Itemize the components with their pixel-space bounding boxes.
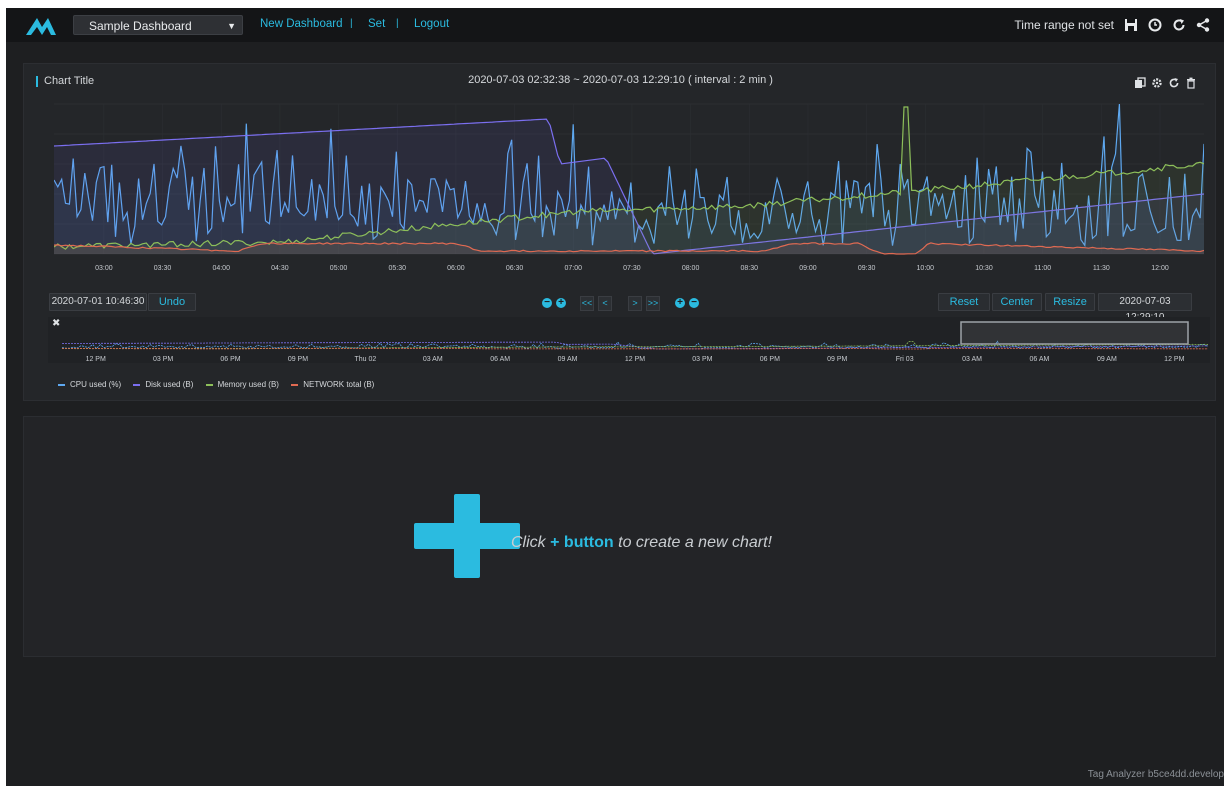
navigator-close-icon[interactable]: ✖ bbox=[52, 318, 60, 329]
x-tick-label: 06 PM bbox=[220, 356, 240, 363]
main-chart[interactable]: 03:00 03:30 04:00 04:30 05:00 05:30 06:00 06:30… bbox=[54, 102, 1204, 272]
chart-time-range: 2020-07-03 02:32:38 ~ 2020-07-03 12:29:1… bbox=[468, 74, 773, 86]
x-tick-label: 09 AM bbox=[1097, 356, 1117, 363]
legend-item[interactable]: Disk used (B) bbox=[133, 380, 193, 389]
x-tick-label: 03 AM bbox=[423, 356, 443, 363]
logout-link[interactable]: Logout bbox=[414, 18, 449, 30]
jump-start-button[interactable]: << bbox=[580, 296, 594, 311]
create-msg-suffix: to create a new chart! bbox=[618, 534, 772, 551]
x-tick-label: 04:30 bbox=[271, 265, 289, 272]
zoom-out-button[interactable]: − bbox=[542, 298, 552, 308]
trash-icon[interactable] bbox=[1185, 77, 1197, 89]
x-tick-label: 09 PM bbox=[288, 356, 308, 363]
new-dashboard-link[interactable]: New Dashboard bbox=[260, 18, 342, 30]
x-tick-label: 08:30 bbox=[741, 265, 759, 272]
x-tick-label: 12:00 bbox=[1151, 265, 1169, 272]
dashboard-select-value: Sample Dashboard bbox=[89, 19, 192, 33]
logo-icon[interactable] bbox=[24, 15, 58, 37]
top-bar: Sample Dashboard ▼ New Dashboard | Set |… bbox=[6, 8, 1224, 42]
x-tick-label: 05:00 bbox=[330, 265, 348, 272]
app-root: Sample Dashboard ▼ New Dashboard | Set |… bbox=[6, 8, 1224, 786]
x-tick-label: 11:30 bbox=[1093, 265, 1110, 272]
x-tick-label: 06 AM bbox=[490, 356, 510, 363]
add-chart-button-bar[interactable] bbox=[414, 523, 520, 549]
x-tick-label: 10:00 bbox=[917, 265, 935, 272]
x-tick-label: 07:30 bbox=[623, 265, 641, 272]
save-icon[interactable] bbox=[1123, 17, 1139, 33]
x-tick-label: 09:30 bbox=[858, 265, 876, 272]
chevron-down-icon: ▼ bbox=[227, 21, 236, 31]
gear-icon[interactable] bbox=[1151, 77, 1163, 89]
x-tick-label: 03 PM bbox=[153, 356, 173, 363]
clock-icon[interactable] bbox=[1147, 17, 1163, 33]
x-tick-label: 06 AM bbox=[1030, 356, 1050, 363]
navigator-selection[interactable] bbox=[960, 321, 1189, 345]
refresh-icon[interactable] bbox=[1168, 77, 1180, 89]
legend-label: Disk used (B) bbox=[145, 380, 194, 389]
refresh-icon[interactable] bbox=[1171, 17, 1187, 33]
x-tick-label: Thu 02 bbox=[354, 356, 376, 363]
navigator[interactable]: 12 PM 03 PM 06 PM 09 PM Thu 02 03 AM 06 AM 09 A… bbox=[48, 317, 1210, 363]
x-tick-label: 12 PM bbox=[625, 356, 645, 363]
share-icon[interactable] bbox=[1195, 17, 1211, 33]
x-tick-label: 06:00 bbox=[447, 265, 465, 272]
end-time-field[interactable]: 2020-07-03 12:29:10 bbox=[1098, 293, 1192, 323]
copy-icon[interactable] bbox=[1134, 77, 1146, 89]
navigator-chart[interactable]: 12 PM 03 PM 06 PM 09 PM Thu 02 03 AM 06 AM 09 A… bbox=[48, 317, 1210, 363]
x-tick-label: 03:30 bbox=[154, 265, 172, 272]
x-tick-label: 06 PM bbox=[760, 356, 780, 363]
legend-swatch bbox=[291, 383, 299, 386]
x-tick-label: 09 AM bbox=[558, 356, 578, 363]
x-tick-label: 08:00 bbox=[682, 265, 700, 272]
set-link[interactable]: Set bbox=[368, 18, 385, 30]
step-back-button[interactable]: < bbox=[598, 296, 612, 311]
link-separator: | bbox=[350, 18, 353, 29]
chart-panel: Chart Title 2020-07-03 02:32:38 ~ 2020-0… bbox=[23, 63, 1216, 401]
x-tick-label: 10:30 bbox=[975, 265, 993, 272]
legend: CPU used (%) Disk used (B) Memory used (… bbox=[58, 380, 384, 389]
x-tick-label: 04:00 bbox=[212, 265, 230, 272]
link-separator: | bbox=[396, 18, 399, 29]
reset-button[interactable]: Reset bbox=[938, 293, 990, 311]
undo-button[interactable]: Undo bbox=[148, 293, 196, 311]
x-tick-label: 12 PM bbox=[86, 356, 106, 363]
create-msg-button-word: + button bbox=[550, 534, 614, 551]
zoom-out-button-right[interactable]: − bbox=[689, 298, 699, 308]
zoom-in-button-right[interactable]: + bbox=[675, 298, 685, 308]
legend-item[interactable]: NETWORK total (B) bbox=[291, 380, 374, 389]
x-tick-label: 09 PM bbox=[827, 356, 847, 363]
zoom-in-button[interactable]: + bbox=[556, 298, 566, 308]
x-tick-label: 03 AM bbox=[962, 356, 982, 363]
dashboard-select[interactable]: Sample Dashboard ▼ bbox=[73, 15, 243, 35]
start-time-field[interactable]: 2020-07-01 10:46:30 bbox=[49, 293, 147, 311]
legend-item[interactable]: Memory used (B) bbox=[205, 380, 279, 389]
step-forward-button[interactable]: > bbox=[628, 296, 642, 311]
version-footer: Tag Analyzer b5ce4dd.develop bbox=[1087, 769, 1224, 780]
legend-swatch bbox=[58, 383, 65, 386]
x-tick-label: 03:00 bbox=[95, 265, 113, 272]
create-chart-message: Click + button to create a new chart! bbox=[511, 534, 772, 552]
legend-swatch bbox=[205, 383, 213, 386]
legend-label: Memory used (B) bbox=[217, 380, 279, 389]
center-button[interactable]: Center bbox=[992, 293, 1042, 311]
x-tick-label: 03 PM bbox=[692, 356, 712, 363]
x-tick-label: 12 PM bbox=[1164, 356, 1184, 363]
legend-label: NETWORK total (B) bbox=[303, 380, 375, 389]
resize-button[interactable]: Resize bbox=[1045, 293, 1095, 311]
time-range-label[interactable]: Time range not set bbox=[1014, 18, 1114, 32]
legend-item[interactable]: CPU used (%) bbox=[58, 380, 121, 389]
series-line[interactable] bbox=[62, 347, 1209, 350]
x-tick-label: 09:00 bbox=[799, 265, 817, 272]
x-tick-label: 07:00 bbox=[564, 265, 582, 272]
x-tick-label: 06:30 bbox=[506, 265, 524, 272]
legend-swatch bbox=[133, 383, 141, 386]
create-msg-prefix: Click bbox=[511, 534, 546, 551]
x-tick-label: 05:30 bbox=[388, 265, 406, 272]
legend-label: CPU used (%) bbox=[70, 380, 122, 389]
x-tick-label: 11:00 bbox=[1034, 265, 1051, 272]
jump-end-button[interactable]: >> bbox=[646, 296, 660, 311]
create-chart-panel: Click + button to create a new chart! bbox=[23, 416, 1216, 657]
x-tick-label: Fri 03 bbox=[896, 356, 914, 363]
